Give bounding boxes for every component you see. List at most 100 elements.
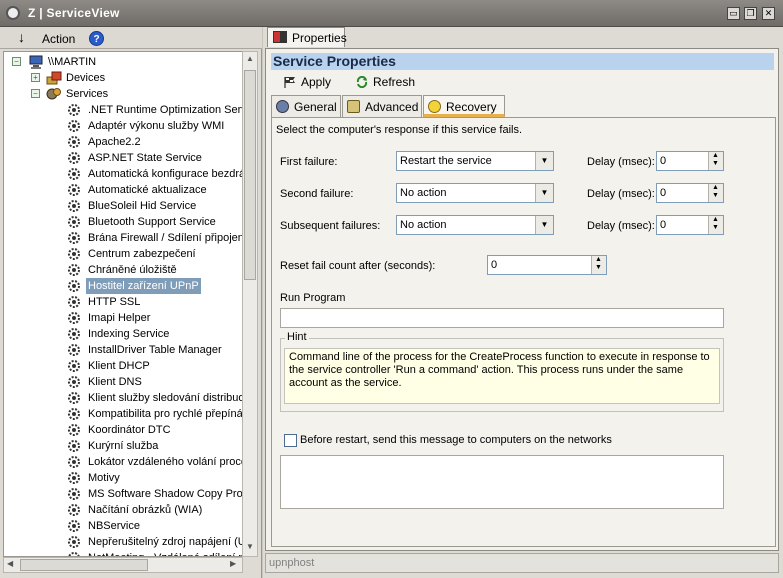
scroll-thumb[interactable] <box>244 70 256 280</box>
service-gear-icon <box>66 311 82 325</box>
delay-label: Delay (msec): <box>587 156 655 168</box>
help-icon[interactable]: ? <box>89 31 104 46</box>
service-item-label: Načítání obrázků (WIA) <box>88 504 203 516</box>
service-item[interactable]: Koordinátor DTC <box>4 422 242 438</box>
left-panel: ↓ Action ? − \\MARTIN + Devices − Servic <box>0 27 262 578</box>
service-item[interactable]: Kompatibilita pro rychlé přepínán <box>4 406 243 422</box>
second-delay-value: 0 <box>660 187 667 199</box>
apply-button[interactable]: Apply <box>283 74 343 92</box>
scroll-thumb[interactable] <box>20 559 148 571</box>
refresh-button[interactable]: Refresh <box>355 74 425 92</box>
service-item[interactable]: Hostitel zařízení UPnP <box>4 278 242 294</box>
action-menu[interactable]: Action <box>42 32 75 46</box>
spinner-buttons[interactable]: ▲ ▼ <box>708 216 723 234</box>
close-button[interactable]: ✕ <box>762 7 775 20</box>
tree-vertical-scrollbar[interactable]: ▲ ▼ <box>242 51 258 557</box>
service-item[interactable]: Indexing Service <box>4 326 242 342</box>
tab-advanced[interactable]: Advanced <box>342 95 422 117</box>
service-item[interactable]: InstallDriver Table Manager <box>4 342 242 358</box>
first-delay-spinner[interactable]: 0 ▲ ▼ <box>656 151 724 171</box>
service-item[interactable]: Brána Firewall / Sdílení připojení <box>4 230 242 246</box>
service-item[interactable]: Centrum zabezpečení <box>4 246 242 262</box>
tab-recovery-label: Recovery <box>446 100 497 114</box>
minimize-button[interactable]: ▭ <box>727 7 740 20</box>
subsequent-failures-select[interactable]: No action ▼ <box>396 215 554 235</box>
service-tree[interactable]: − \\MARTIN + Devices − Services .NET Run… <box>3 51 243 557</box>
tab-properties[interactable]: Properties <box>267 27 347 47</box>
chevron-down-icon[interactable]: ▼ <box>535 184 553 202</box>
service-item-label: .NET Runtime Optimization Servi <box>88 104 243 116</box>
service-item[interactable]: Automatické aktualizace <box>4 182 242 198</box>
spinner-buttons[interactable]: ▲ ▼ <box>708 184 723 202</box>
tab-general[interactable]: General <box>271 95 341 117</box>
collapse-icon[interactable]: − <box>31 89 40 98</box>
service-item[interactable]: MS Software Shadow Copy Prov <box>4 486 242 502</box>
chevron-down-icon[interactable]: ▼ <box>535 152 553 170</box>
service-gear-icon <box>66 455 82 469</box>
hint-text: Command line of the process for the Crea… <box>284 348 720 404</box>
service-item[interactable]: Chráněné úložiště <box>4 262 242 278</box>
tree-node-devices[interactable]: + Devices <box>4 70 242 86</box>
service-item[interactable]: Apache2.2 <box>4 134 242 150</box>
subsequent-delay-spinner[interactable]: 0 ▲ ▼ <box>656 215 724 235</box>
second-failure-select[interactable]: No action ▼ <box>396 183 554 203</box>
service-item-label: Klient služby sledování distribuov <box>88 392 243 404</box>
tab-recovery[interactable]: Recovery <box>423 95 505 117</box>
service-gear-icon <box>66 407 82 421</box>
spinner-buttons[interactable]: ▲ ▼ <box>708 152 723 170</box>
service-item-label: Klient DNS <box>88 376 142 388</box>
second-failure-value: No action <box>400 187 447 199</box>
expand-icon[interactable]: + <box>31 73 40 82</box>
service-item[interactable]: ASP.NET State Service <box>4 150 242 166</box>
service-item[interactable]: Bluetooth Support Service <box>4 214 242 230</box>
reset-count-spinner[interactable]: 0 ▲ ▼ <box>487 255 607 275</box>
second-delay-spinner[interactable]: 0 ▲ ▼ <box>656 183 724 203</box>
scroll-up-icon[interactable]: ▲ <box>245 54 255 63</box>
service-item[interactable]: Načítání obrázků (WIA) <box>4 502 242 518</box>
hint-caption: Hint <box>285 331 309 343</box>
collapse-icon[interactable]: − <box>12 57 21 66</box>
service-gear-icon <box>66 359 82 373</box>
chevron-down-icon[interactable]: ▼ <box>535 216 553 234</box>
before-restart-checkbox[interactable] <box>284 434 297 447</box>
scroll-down-icon[interactable]: ▼ <box>245 542 255 551</box>
service-item[interactable]: HTTP SSL <box>4 294 242 310</box>
scroll-left-icon[interactable]: ◀ <box>7 559 13 568</box>
service-item[interactable]: Automatická konfigurace bezdrát <box>4 166 242 182</box>
scroll-right-icon[interactable]: ▶ <box>230 559 236 568</box>
service-item[interactable]: BlueSoleil Hid Service <box>4 198 242 214</box>
service-item[interactable]: Adaptér výkonu služby WMI <box>4 118 242 134</box>
restart-message-input[interactable] <box>280 455 724 509</box>
tree-node-computer[interactable]: − \\MARTIN <box>4 54 242 70</box>
service-item-label: Kompatibilita pro rychlé přepínán <box>88 408 243 420</box>
first-failure-label: First failure: <box>280 156 338 168</box>
tab-properties-label: Properties <box>292 31 347 45</box>
first-failure-select[interactable]: Restart the service ▼ <box>396 151 554 171</box>
service-gear-icon <box>66 471 82 485</box>
service-item[interactable]: Klient DHCP <box>4 358 242 374</box>
service-item[interactable]: Lokátor vzdáleného volání proce <box>4 454 242 470</box>
service-item[interactable]: Imapi Helper <box>4 310 242 326</box>
service-item[interactable]: Motivy <box>4 470 242 486</box>
run-program-input[interactable] <box>280 308 724 328</box>
service-item[interactable]: Kurýrní služba <box>4 438 242 454</box>
property-tabs: General Advanced Recovery <box>271 95 776 117</box>
service-gear-icon <box>66 135 82 149</box>
spinner-buttons[interactable]: ▲ ▼ <box>591 256 606 274</box>
service-item[interactable]: .NET Runtime Optimization Servi <box>4 102 243 118</box>
down-arrow-icon[interactable]: ↓ <box>18 29 25 45</box>
tree-node-services[interactable]: − Services <box>4 86 242 102</box>
restore-button[interactable]: ❐ <box>744 7 757 20</box>
service-item[interactable]: Nepřerušitelný zdroj napájení (UF <box>4 534 243 550</box>
service-item-label: Apache2.2 <box>88 136 141 148</box>
service-item[interactable]: Klient služby sledování distribuov <box>4 390 243 406</box>
service-item[interactable]: Klient DNS <box>4 374 242 390</box>
delay-label: Delay (msec): <box>587 188 655 200</box>
service-item[interactable]: NetMeeting - Vzdálené sdílení pl <box>4 550 242 556</box>
service-item-label: Nepřerušitelný zdroj napájení (UF <box>88 536 243 548</box>
tree-horizontal-scrollbar[interactable]: ◀ ▶ <box>3 557 243 573</box>
second-failure-label: Second failure: <box>280 188 354 200</box>
service-item[interactable]: NBService <box>4 518 242 534</box>
service-item-label: Motivy <box>88 472 120 484</box>
service-item-label: NBService <box>88 520 140 532</box>
